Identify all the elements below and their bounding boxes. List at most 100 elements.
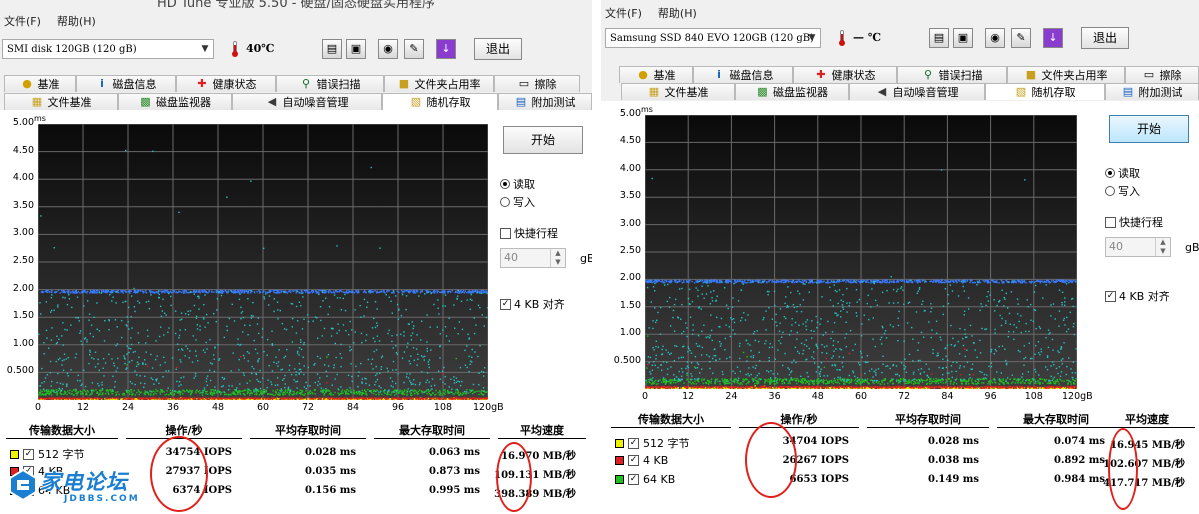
tab-extra-tests[interactable]: ▤ 附加测试 (498, 93, 592, 110)
camera-icon[interactable]: ◉ (985, 28, 1005, 48)
tab-error-scan[interactable]: ⚲ 错误扫描 (276, 75, 384, 92)
scatter-point (277, 309, 279, 311)
scatter-point (468, 290, 471, 292)
tab-health[interactable]: ✚ 健康状态 (176, 75, 276, 92)
tab-disk-monitor[interactable]: ▩ 磁盘监视器 (118, 93, 232, 110)
scatter-point (180, 291, 183, 294)
scatter-point (116, 291, 118, 293)
scatter-point (256, 323, 259, 325)
copy-text-icon[interactable]: ▤ (322, 39, 342, 59)
camera-icon[interactable]: ◉ (378, 39, 398, 59)
row-checkbox[interactable]: ✓ (23, 448, 34, 460)
copy-image-icon[interactable]: ▣ (953, 28, 973, 48)
exit-button[interactable]: 退出 (474, 38, 522, 60)
write-radio[interactable]: 写入 (500, 194, 535, 210)
scatter-point (288, 369, 291, 371)
tab-benchmark[interactable]: ● 基准 (4, 75, 76, 92)
quick-stroke-spinner[interactable]: 40 ▲ ▼ (500, 248, 566, 268)
tab-health[interactable]: ✚ 健康状态 (793, 66, 897, 83)
menu-help[interactable]: 帮助(H) (658, 5, 697, 21)
menu-file[interactable]: 文件(F) (605, 5, 642, 21)
scatter-point (286, 348, 288, 351)
tab-random-access[interactable]: ▧ 随机存取 (382, 93, 498, 110)
scatter-point (53, 309, 55, 312)
scatter-point (402, 392, 404, 394)
download-arrow-icon[interactable]: ↓ (1043, 28, 1063, 48)
start-button[interactable]: 开始 (503, 126, 583, 154)
tab-aam[interactable]: ◀ 自动噪音管理 (232, 93, 382, 110)
scatter-point (126, 391, 128, 393)
tab-disk-monitor[interactable]: ▩ 磁盘监视器 (735, 83, 849, 100)
spinner-arrows-icon[interactable]: ▲ ▼ (550, 249, 565, 267)
scatter-point (412, 327, 414, 330)
tab-file-benchmark[interactable]: ▦ 文件基准 (4, 93, 118, 110)
scatter-point (279, 290, 281, 292)
scatter-point (202, 316, 205, 319)
scatter-point (40, 394, 42, 396)
options-icon[interactable]: ✎ (1011, 28, 1031, 48)
tab-error-scan[interactable]: ⚲ 错误扫描 (897, 66, 1007, 83)
drive-select[interactable]: SMI disk 120GB (120 gB) ▼ (2, 39, 214, 59)
read-radio[interactable]: 读取 (500, 176, 535, 192)
scatter-point (444, 375, 446, 378)
scatter-point (250, 314, 253, 317)
scatter-point (59, 389, 61, 391)
temperature-readout: — ℃ (853, 31, 882, 44)
scatter-point (265, 398, 267, 400)
tab-erase[interactable]: ▭ 擦除 (1125, 66, 1199, 83)
scatter-point (226, 292, 228, 294)
tab-benchmark[interactable]: ● 基准 (619, 66, 693, 83)
scatter-point (406, 346, 408, 348)
download-arrow-icon[interactable]: ↓ (436, 39, 456, 59)
scatter-point (272, 394, 275, 396)
scatter-point (80, 384, 82, 387)
scatter-point (371, 358, 374, 360)
scatter-point (61, 388, 64, 390)
scatter-point (349, 320, 351, 323)
scatter-point (351, 290, 353, 292)
exit-button[interactable]: 退出 (1081, 27, 1129, 49)
menu-file[interactable]: 文件(F) (4, 13, 41, 29)
scatter-point (93, 289, 96, 292)
tab-disk-info[interactable]: i 磁盘信息 (693, 66, 793, 83)
y-axis-unit: ms (34, 114, 46, 123)
scatter-point (417, 358, 419, 360)
y-tick-label: 2.50 (12, 255, 34, 266)
scatter-point (444, 391, 447, 393)
quick-stroke-checkbox[interactable]: 快捷行程 (500, 225, 558, 241)
scatter-point (199, 390, 201, 392)
bulb-icon: ● (22, 77, 32, 90)
tab-folder-usage[interactable]: ■ 文件夹占用率 (1007, 66, 1125, 83)
scatter-point (206, 375, 209, 377)
scatter-point (120, 398, 123, 400)
copy-image-icon[interactable]: ▣ (346, 39, 366, 59)
tab-extra-tests[interactable]: ▤ 附加测试 (1105, 83, 1199, 100)
scatter-point (427, 361, 430, 363)
tab-disk-info[interactable]: i 磁盘信息 (76, 75, 176, 92)
scatter-point (104, 392, 107, 395)
tab-random-access[interactable]: ▧ 随机存取 (985, 83, 1105, 100)
copy-text-icon[interactable]: ▤ (929, 28, 949, 48)
drive-select[interactable]: Samsung SSD 840 EVO 120GB (120 gB) ▼ (605, 28, 821, 48)
tab-file-benchmark[interactable]: ▦ 文件基准 (621, 83, 735, 100)
scatter-point (143, 291, 145, 294)
scatter-point (247, 297, 249, 300)
scatter-point (276, 377, 279, 379)
align-4kb-checkbox[interactable]: ✓ 4 KB 对齐 (500, 296, 565, 312)
scatter-point (166, 397, 168, 399)
scatter-point (242, 372, 245, 374)
menu-help[interactable]: 帮助(H) (57, 13, 96, 29)
scatter-point (406, 390, 409, 393)
scatter-point (276, 389, 279, 391)
row-size-toggle[interactable]: ✓ 512 字节 (10, 446, 85, 462)
tab-aam[interactable]: ◀ 自动噪音管理 (849, 83, 985, 100)
scatter-point (242, 398, 245, 400)
options-icon[interactable]: ✎ (404, 39, 424, 59)
tab-erase[interactable]: ▭ 擦除 (494, 75, 580, 92)
tab-folder-usage[interactable]: ■ 文件夹占用率 (384, 75, 494, 92)
scatter-point (362, 392, 364, 395)
scatter-point (456, 291, 458, 294)
scatter-point (253, 391, 255, 393)
scatter-point (180, 384, 182, 386)
scatter-point (357, 375, 360, 377)
